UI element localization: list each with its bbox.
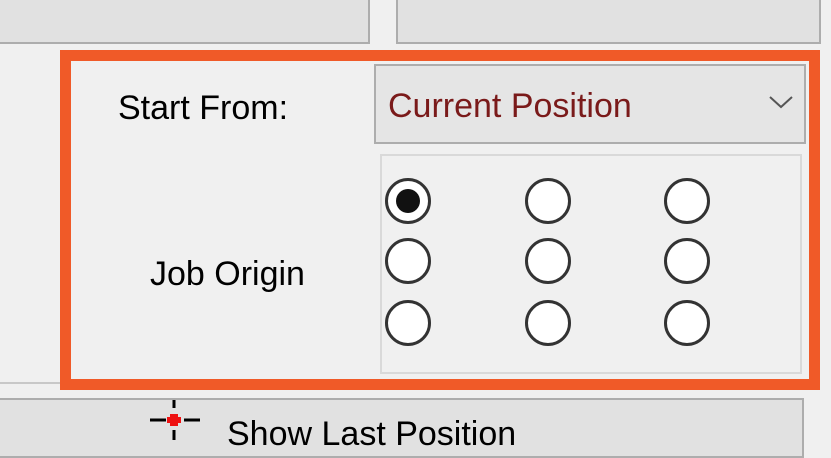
job-origin-radio-r1c2[interactable] xyxy=(525,178,571,224)
crosshair-icon xyxy=(150,400,200,440)
start-from-label: Start From: xyxy=(118,89,289,127)
start-from-dropdown[interactable]: Current Position xyxy=(374,64,806,144)
top-left-button[interactable] xyxy=(0,0,370,44)
job-origin-label: Job Origin xyxy=(150,255,305,293)
job-origin-radio-r3c3[interactable] xyxy=(664,300,710,346)
job-origin-radio-r3c1[interactable] xyxy=(385,300,431,346)
start-from-selected-value: Current Position xyxy=(388,87,632,125)
job-origin-radio-r2c3[interactable] xyxy=(664,238,710,284)
show-last-position-label: Show Last Position xyxy=(227,415,517,453)
top-right-button[interactable] xyxy=(396,0,821,44)
job-origin-radio-r2c1[interactable] xyxy=(385,238,431,284)
job-origin-radio-r1c1[interactable] xyxy=(385,178,431,224)
job-origin-radio-r3c2[interactable] xyxy=(525,300,571,346)
job-origin-radio-r1c3[interactable] xyxy=(664,178,710,224)
chevron-down-icon[interactable] xyxy=(768,94,794,110)
show-last-position-button[interactable]: Show Last Position xyxy=(0,398,804,458)
job-origin-radio-r2c2[interactable] xyxy=(525,238,571,284)
job-origin-panel xyxy=(380,154,802,374)
